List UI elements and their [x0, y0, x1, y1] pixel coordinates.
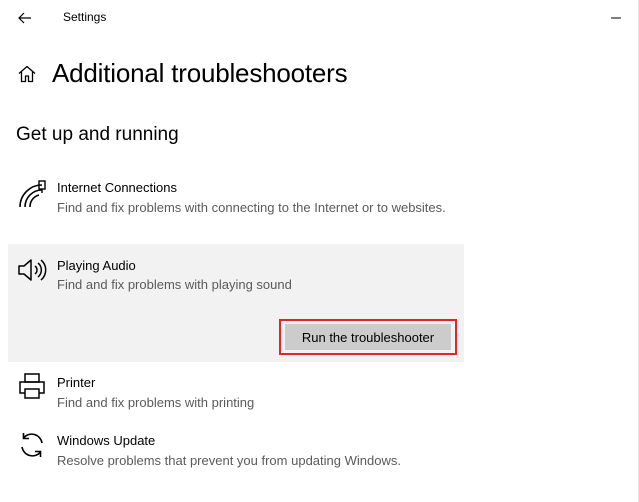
- item-name: Windows Update: [57, 433, 156, 448]
- window-controls: [593, 0, 639, 36]
- printer-icon: [16, 370, 48, 402]
- item-name: Playing Audio: [57, 258, 136, 273]
- item-name: Printer: [57, 375, 96, 390]
- item-description: Find and fix problems with connecting to…: [57, 200, 446, 215]
- sync-icon: [16, 429, 48, 461]
- run-troubleshooter-button[interactable]: Run the troubleshooter: [285, 324, 451, 350]
- item-description: Find and fix problems with playing sound: [57, 277, 292, 292]
- back-button[interactable]: [12, 6, 38, 30]
- troubleshooter-windows-update[interactable]: Windows Update Resolve problems that pre…: [8, 424, 464, 476]
- page-title: Additional troubleshooters: [52, 58, 348, 88]
- network-icon: [16, 178, 48, 210]
- page-header: Additional troubleshooters: [16, 58, 348, 89]
- title-bar: Settings: [0, 0, 639, 36]
- troubleshooter-internet-connections[interactable]: Internet Connections Find and fix proble…: [8, 172, 464, 242]
- home-button[interactable]: [16, 63, 38, 85]
- item-description: Find and fix problems with printing: [57, 395, 255, 410]
- section-title: Get up and running: [16, 124, 179, 145]
- app-title: Settings: [63, 10, 107, 24]
- minimize-icon: [611, 17, 621, 19]
- home-icon: [18, 65, 36, 82]
- minimize-button[interactable]: [593, 0, 639, 36]
- troubleshooter-printer[interactable]: Printer Find and fix problems with print…: [8, 366, 464, 416]
- back-arrow-icon: [18, 12, 31, 24]
- item-description: Resolve problems that prevent you from u…: [57, 453, 401, 468]
- run-troubleshooter-highlight: Run the troubleshooter: [279, 319, 457, 355]
- item-name: Internet Connections: [57, 180, 177, 195]
- speaker-icon: [16, 254, 48, 286]
